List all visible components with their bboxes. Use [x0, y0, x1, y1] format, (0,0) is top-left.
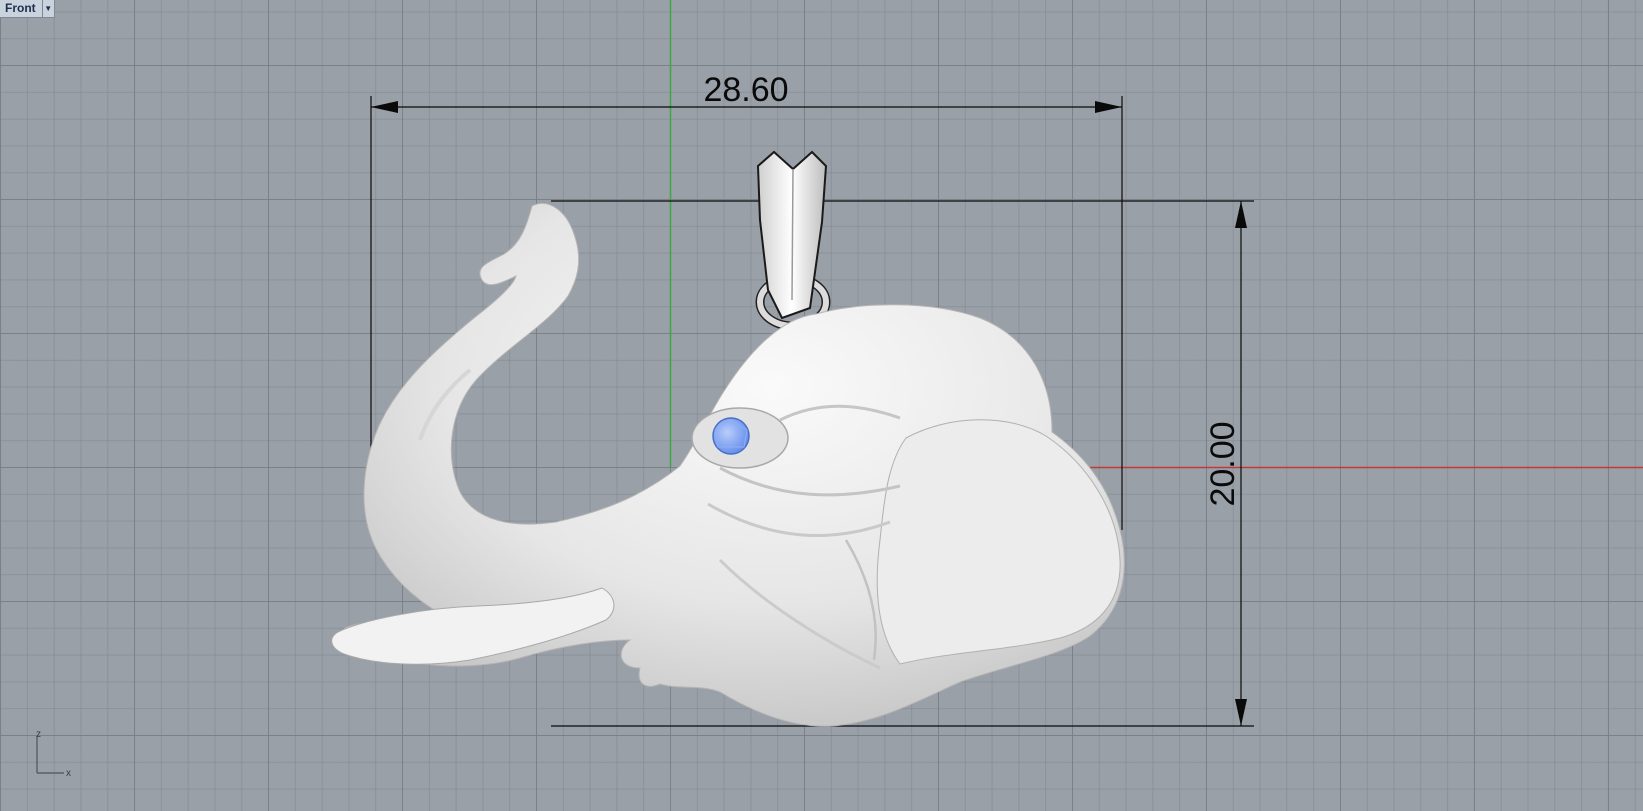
axis-indicator: z x [36, 729, 71, 779]
height-dimension-text[interactable]: 20.00 [1204, 421, 1242, 506]
arrowhead-bottom-icon [1235, 699, 1247, 726]
axis-label-x: x [66, 768, 71, 779]
gemstone-eye[interactable] [712, 417, 750, 455]
elephant-pendant-model[interactable] [331, 150, 1125, 727]
scene-canvas[interactable]: 28.60 20.00 [0, 0, 1643, 811]
arrowhead-top-icon [1235, 201, 1247, 228]
width-dimension-text[interactable]: 28.60 [703, 71, 788, 109]
arrowhead-left-icon [371, 101, 398, 113]
elephant-ear [876, 419, 1121, 665]
arrowhead-right-icon [1095, 101, 1122, 113]
front-viewport[interactable]: Front ▼ 28.60 20.00 z x [0, 0, 1643, 811]
axis-label-z: z [36, 729, 41, 740]
